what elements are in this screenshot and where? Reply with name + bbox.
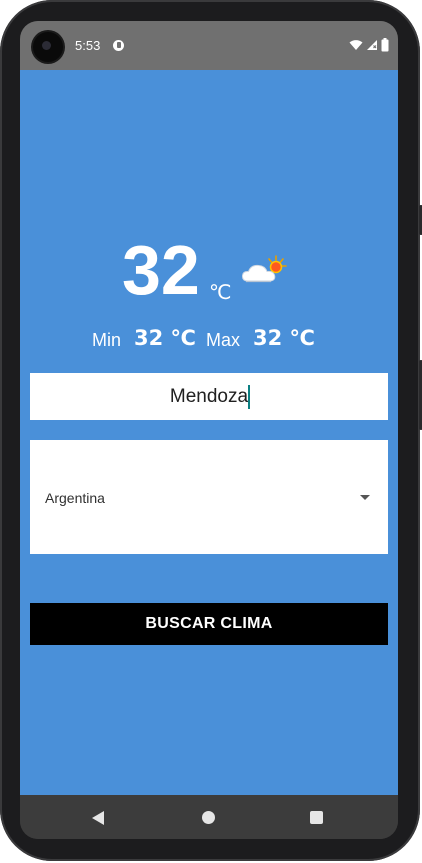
min-label: Min: [92, 330, 122, 350]
temperature-display: 32 ℃: [20, 235, 398, 315]
temperature-unit: ℃: [209, 280, 232, 304]
back-icon[interactable]: [92, 811, 104, 825]
max-value: 32 ℃: [253, 326, 315, 350]
screen: 5:53 32 ℃ Min 32 ℃ Max 32 ℃ Mendoza Arge…: [20, 21, 398, 839]
status-time: 5:53: [75, 38, 101, 53]
signal-icon: [367, 40, 377, 50]
country-selected-value: Argentina: [45, 490, 105, 506]
min-value: 32 ℃: [134, 326, 196, 350]
status-icons: [349, 36, 389, 54]
min-max-row: Min 32 ℃ Max 32 ℃: [20, 326, 398, 356]
partly-cloudy-sun-icon: [241, 255, 287, 283]
app-notification-icon: [113, 40, 124, 51]
phone-frame: 5:53 32 ℃ Min 32 ℃ Max 32 ℃ Mendoza Arge…: [0, 0, 422, 861]
max-label: Max: [206, 330, 241, 350]
weather-app: 32 ℃ Min 32 ℃ Max 32 ℃ Mendoza Argentina…: [20, 70, 398, 795]
dropdown-arrow-icon[interactable]: [360, 495, 370, 500]
city-input[interactable]: [30, 373, 388, 420]
search-weather-button[interactable]: BUSCAR CLIMA: [30, 603, 388, 645]
text-cursor: [248, 385, 250, 409]
status-bar: 5:53: [20, 21, 398, 70]
battery-icon: [381, 38, 389, 52]
country-dropdown[interactable]: Argentina: [30, 440, 388, 554]
home-icon[interactable]: [202, 811, 215, 824]
navigation-bar: [20, 795, 398, 839]
wifi-icon: [349, 40, 363, 50]
current-temperature: 32: [122, 231, 200, 309]
front-camera: [33, 32, 63, 62]
recents-icon[interactable]: [310, 811, 323, 824]
